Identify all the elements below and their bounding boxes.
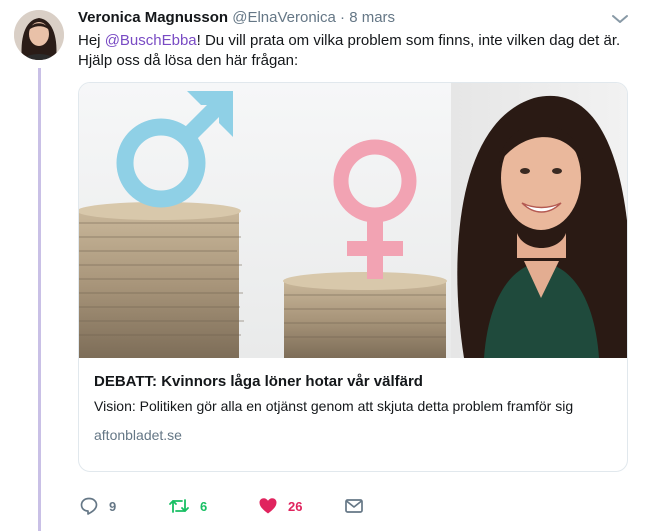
portrait-photo [451, 83, 627, 358]
retweet-count: 6 [200, 498, 208, 514]
card-description: Vision: Politiken gör alla en otjänst ge… [94, 398, 574, 414]
reply-count: 9 [109, 498, 117, 514]
retweet-icon [168, 496, 190, 516]
card-title[interactable]: DEBATT: Kvinnors låga löner hotar vår vä… [94, 372, 614, 392]
card-body: DEBATT: Kvinnors låga löner hotar vår vä… [79, 358, 627, 444]
chevron-down-icon[interactable] [610, 12, 630, 26]
card-domain: aftonbladet.se [94, 427, 182, 443]
author-handle[interactable]: @ElnaVeronica [232, 9, 336, 26]
retweet-button[interactable]: 6 [168, 494, 207, 518]
coin-stack-right [283, 272, 447, 358]
tweet-text-before: Hej [78, 32, 105, 49]
direct-message-button[interactable] [344, 494, 364, 518]
card-image [79, 83, 627, 358]
tweet-header: Veronica Magnusson @ElnaVeronica · 8 mar… [78, 9, 395, 27]
avatar[interactable] [14, 10, 64, 60]
link-card[interactable]: DEBATT: Kvinnors låga löner hotar vår vä… [78, 82, 628, 472]
action-bar: 9 6 26 [78, 494, 638, 518]
like-count: 26 [288, 498, 303, 514]
coin-stack-left [79, 202, 244, 358]
tweet-date[interactable]: 8 mars [349, 9, 395, 26]
thread-line [38, 68, 41, 531]
like-button[interactable]: 26 [258, 494, 302, 518]
heart-icon [258, 496, 278, 516]
tweet-text: Hej @BuschEbba! Du vill prata om vilka p… [78, 31, 623, 71]
envelope-icon [344, 496, 364, 516]
separator-dot: · [340, 9, 346, 26]
mention-link[interactable]: @BuschEbba [105, 32, 197, 49]
reply-button[interactable]: 9 [79, 494, 116, 518]
reply-icon [79, 496, 99, 516]
author-name[interactable]: Veronica Magnusson [78, 9, 228, 26]
